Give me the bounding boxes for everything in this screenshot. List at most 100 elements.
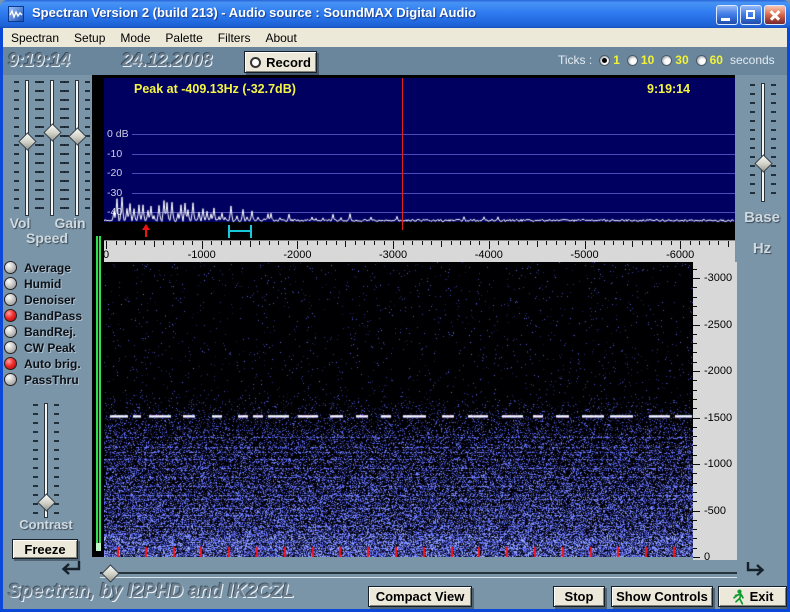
exit-button[interactable]: Exit [718,586,787,607]
vol-slider-thumb[interactable] [17,132,37,151]
menu-item-mode[interactable]: Mode [120,31,150,45]
waterfall-scale-tick [693,399,697,400]
waterfall-scale-label: 0 [704,551,711,560]
app-icon [8,6,24,22]
vol-slider[interactable] [14,80,40,216]
contrast-slider-thumb[interactable] [36,493,56,512]
waterfall-scale-label: -1500 [704,411,733,424]
waterfall-scale-tick [693,334,697,335]
menu-item-about[interactable]: About [265,31,296,45]
waterfall-scale-label: -1000 [704,458,733,470]
freq-tick [134,241,136,245]
led-toggle-cw-peak[interactable]: CW Peak [4,340,75,355]
ticks-option-label: 60 [709,53,723,67]
speed-slider-track [50,80,54,216]
speed-label: Speed [25,230,68,246]
radio-icon[interactable] [695,54,707,66]
bandpass-led-icon[interactable] [4,309,17,322]
average-led-icon[interactable] [4,261,17,274]
base-slider-track [761,83,765,202]
base-slider[interactable] [750,83,776,202]
waterfall-scale-tick [693,427,697,428]
bandpass-filter-bracket[interactable] [228,225,252,238]
waterfall-scale-tick [693,287,697,288]
radio-icon[interactable] [661,54,673,66]
led-toggle-auto-brig[interactable]: Auto brig. [4,356,81,371]
speed-slider-thumb[interactable] [42,123,62,142]
led-toggle-denoiser[interactable]: Denoiser [4,292,75,307]
pan-left-arrow-icon[interactable] [58,559,82,581]
denoiser-led-icon[interactable] [4,293,17,306]
close-button[interactable] [764,5,786,25]
auto-brig-led-icon[interactable] [4,357,17,370]
led-label: Humid [24,276,62,291]
frequency-cursor-line [402,78,403,225]
waterfall-scale-tick [693,297,697,298]
waterfall-scale-label: -2000 [704,365,733,377]
waterfall-scale-tick [693,371,700,372]
freq-tick [249,241,251,247]
waterfall-scroll-thumb[interactable] [101,564,120,583]
humid-led-icon[interactable] [4,277,17,290]
freq-tick [689,241,691,245]
led-toggle-bandpass[interactable]: BandPass [4,308,82,323]
cw-peak-led-icon[interactable] [4,341,17,354]
frequency-ruler[interactable]: 0 -1000 -2000 -3000 -4000 -5000 -6000 [104,240,735,262]
freq-tick [230,241,232,245]
ticks-option-label: 10 [640,53,655,67]
show-controls-button[interactable]: Show Controls [611,586,713,607]
bandrej-led-icon[interactable] [4,325,17,338]
peak-readout: Peak at -409.13Hz (-32.7dB) [134,82,296,96]
titlebar[interactable]: Spectran Version 2 (build 213) - Audio s… [0,0,790,28]
radio-icon[interactable] [626,54,638,66]
freq-tick [594,241,596,245]
pan-right-arrow-icon[interactable] [744,560,768,582]
ticks-radio-30[interactable]: 30 [661,53,689,67]
ticks-radio-1[interactable]: 1 [599,53,620,67]
freq-tick-label: -6000 [666,249,695,261]
led-toggle-average[interactable]: Average [4,260,71,275]
maximize-button[interactable] [740,5,762,25]
waterfall-scale-tick [693,408,697,409]
passthru-led-icon[interactable] [4,373,17,386]
menu-item-palette[interactable]: Palette [165,31,202,45]
led-toggle-passthru[interactable]: PassThru [4,372,79,387]
menu-item-spectran[interactable]: Spectran [11,31,59,45]
menu-item-setup[interactable]: Setup [74,31,105,45]
menu-item-filters[interactable]: Filters [218,31,251,45]
led-toggle-humid[interactable]: Humid [4,276,61,291]
exit-button-label: Exit [749,589,774,604]
ticks-radio-10[interactable]: 10 [626,53,655,67]
radio-icon[interactable] [599,54,611,66]
base-slider-thumb[interactable] [753,154,773,173]
waterfall-scroll-slider[interactable] [100,572,737,578]
gain-slider-thumb[interactable] [67,127,87,146]
ticks-option-label: 30 [675,53,689,67]
ticks-radio-60[interactable]: 60 [695,53,723,67]
freq-tick [479,241,481,245]
freq-tick [661,241,663,245]
minimize-button[interactable] [716,5,738,25]
waterfall-scale-tick [693,278,700,279]
spectrum-trace-canvas[interactable] [104,78,735,225]
gain-slider[interactable] [64,80,90,216]
ticks-options: 1 10 30 60 [599,53,723,67]
waterfall-scale-tick [693,455,697,456]
stop-button[interactable]: Stop [553,586,605,607]
freq-tick [287,241,289,245]
freq-tick [393,241,395,249]
record-button[interactable]: Record [244,51,317,73]
freq-tick [469,241,471,245]
waterfall-scale-tick [693,325,700,326]
freq-tick [144,241,146,245]
freeze-button[interactable]: Freeze [12,539,78,559]
spectrum-display[interactable]: Peak at -409.13Hz (-32.7dB) 9:19:14 0 dB… [104,75,735,225]
freq-tick [460,241,462,245]
freq-tick [622,241,624,245]
contrast-slider[interactable] [33,403,59,518]
waterfall-canvas[interactable] [104,262,693,557]
menu-bar: Spectran Setup Mode Palette Filters About [3,28,787,47]
speed-slider[interactable] [39,80,65,216]
compact-view-button[interactable]: Compact View [368,586,472,607]
led-toggle-bandrej[interactable]: BandRej. [4,324,76,339]
